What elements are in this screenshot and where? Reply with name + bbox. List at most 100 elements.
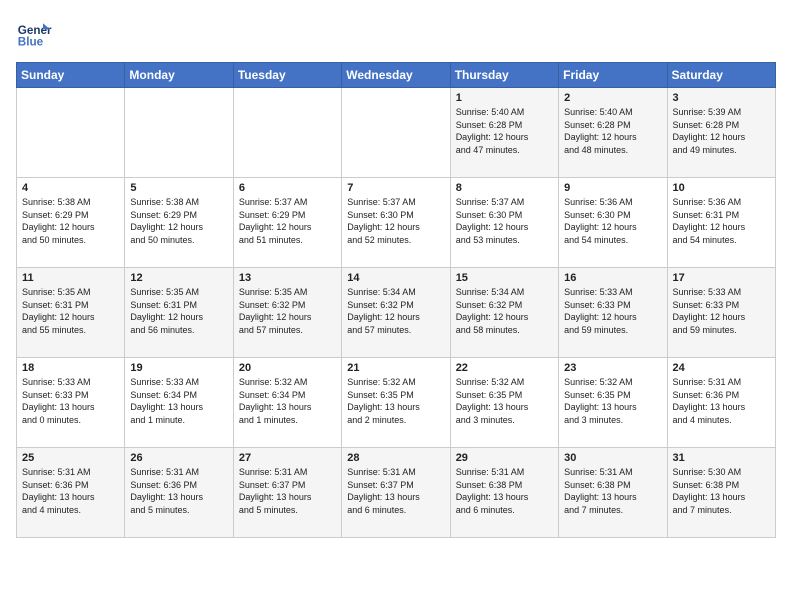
weekday-header-thursday: Thursday: [450, 63, 558, 88]
day-cell: [342, 88, 450, 178]
day-number: 25: [22, 452, 119, 464]
weekday-header-wednesday: Wednesday: [342, 63, 450, 88]
logo: General Blue: [16, 16, 52, 52]
day-number: 20: [239, 362, 336, 374]
day-cell: 6 Sunrise: 5:37 AM Sunset: 6:29 PM Daylig…: [233, 178, 341, 268]
day-cell: 10Sunrise: 5:36 AM Sunset: 6:31 PM Dayli…: [667, 178, 775, 268]
day-info: Sunrise: 5:33 AM Sunset: 6:33 PM Dayligh…: [673, 286, 770, 336]
day-info: Sunrise: 5:36 AM Sunset: 6:31 PM Dayligh…: [673, 196, 770, 246]
day-number: 30: [564, 452, 661, 464]
day-cell: 4 Sunrise: 5:38 AM Sunset: 6:29 PM Daylig…: [17, 178, 125, 268]
day-cell: 14 Sunrise: 5:34 AM Sunset: 6:32 PM Dayli…: [342, 268, 450, 358]
day-number: 9: [564, 182, 661, 194]
day-number: 8: [456, 182, 553, 194]
day-cell: 11 Sunrise: 5:35 AM Sunset: 6:31 PM Dayli…: [17, 268, 125, 358]
page-header: General Blue: [16, 16, 776, 52]
day-info: Sunrise: 5:35 AM Sunset: 6:32 PM Dayligh…: [239, 286, 336, 336]
day-number: 16: [564, 272, 661, 284]
day-number: 29: [456, 452, 553, 464]
day-info: Sunrise: 5:35 AM Sunset: 6:31 PM Dayligh…: [22, 286, 119, 336]
day-cell: 25Sunrise: 5:31 AM Sunset: 6:36 PM Dayli…: [17, 448, 125, 538]
day-number: 24: [673, 362, 770, 374]
day-cell: [17, 88, 125, 178]
day-number: 17: [673, 272, 770, 284]
day-number: 11: [22, 272, 119, 284]
day-number: 27: [239, 452, 336, 464]
day-cell: 30 Sunrise: 5:31 AM Sunset: 6:38 PM Dayli…: [559, 448, 667, 538]
day-cell: 12 Sunrise: 5:35 AM Sunset: 6:31 PM Dayli…: [125, 268, 233, 358]
day-cell: 29 Sunrise: 5:31 AM Sunset: 6:38 PM Dayli…: [450, 448, 558, 538]
day-info: Sunrise: 5:37 AM Sunset: 6:30 PM Dayligh…: [347, 196, 444, 246]
day-cell: [125, 88, 233, 178]
day-number: 6: [239, 182, 336, 194]
day-number: 13: [239, 272, 336, 284]
day-number: 15: [456, 272, 553, 284]
weekday-header-monday: Monday: [125, 63, 233, 88]
day-number: 7: [347, 182, 444, 194]
day-cell: 22Sunrise: 5:32 AM Sunset: 6:35 PM Dayli…: [450, 358, 558, 448]
day-info: Sunrise: 5:31 AM Sunset: 6:38 PM Dayligh…: [456, 466, 553, 516]
weekday-header-tuesday: Tuesday: [233, 63, 341, 88]
day-number: 31: [673, 452, 770, 464]
weekday-header-sunday: Sunday: [17, 63, 125, 88]
day-cell: 26 Sunrise: 5:31 AM Sunset: 6:36 PM Dayli…: [125, 448, 233, 538]
day-cell: 7 Sunrise: 5:37 AM Sunset: 6:30 PM Daylig…: [342, 178, 450, 268]
day-cell: 15 Sunrise: 5:34 AM Sunset: 6:32 PM Dayli…: [450, 268, 558, 358]
day-cell: 27Sunrise: 5:31 AM Sunset: 6:37 PM Dayli…: [233, 448, 341, 538]
day-info: Sunrise: 5:33 AM Sunset: 6:33 PM Dayligh…: [564, 286, 661, 336]
weekday-header-friday: Friday: [559, 63, 667, 88]
day-info: Sunrise: 5:31 AM Sunset: 6:37 PM Dayligh…: [347, 466, 444, 516]
weekday-header-row: SundayMondayTuesdayWednesdayThursdayFrid…: [17, 63, 776, 88]
day-number: 3: [673, 92, 770, 104]
day-info: Sunrise: 5:40 AM Sunset: 6:28 PM Dayligh…: [456, 106, 553, 156]
day-info: Sunrise: 5:40 AM Sunset: 6:28 PM Dayligh…: [564, 106, 661, 156]
week-row-4: 18 Sunrise: 5:33 AM Sunset: 6:33 PM Dayli…: [17, 358, 776, 448]
day-info: Sunrise: 5:32 AM Sunset: 6:34 PM Dayligh…: [239, 376, 336, 426]
day-info: Sunrise: 5:35 AM Sunset: 6:31 PM Dayligh…: [130, 286, 227, 336]
day-info: Sunrise: 5:36 AM Sunset: 6:30 PM Dayligh…: [564, 196, 661, 246]
day-info: Sunrise: 5:34 AM Sunset: 6:32 PM Dayligh…: [456, 286, 553, 336]
day-info: Sunrise: 5:31 AM Sunset: 6:36 PM Dayligh…: [673, 376, 770, 426]
day-number: 2: [564, 92, 661, 104]
day-cell: 1Sunrise: 5:40 AM Sunset: 6:28 PM Daylig…: [450, 88, 558, 178]
day-cell: 21 Sunrise: 5:32 AM Sunset: 6:35 PM Dayli…: [342, 358, 450, 448]
day-info: Sunrise: 5:33 AM Sunset: 6:33 PM Dayligh…: [22, 376, 119, 426]
day-info: Sunrise: 5:31 AM Sunset: 6:36 PM Dayligh…: [130, 466, 227, 516]
day-number: 14: [347, 272, 444, 284]
day-cell: 2 Sunrise: 5:40 AM Sunset: 6:28 PM Daylig…: [559, 88, 667, 178]
day-cell: 3 Sunrise: 5:39 AM Sunset: 6:28 PM Daylig…: [667, 88, 775, 178]
day-info: Sunrise: 5:37 AM Sunset: 6:30 PM Dayligh…: [456, 196, 553, 246]
day-cell: [233, 88, 341, 178]
calendar-table: SundayMondayTuesdayWednesdayThursdayFrid…: [16, 62, 776, 538]
day-number: 19: [130, 362, 227, 374]
day-number: 26: [130, 452, 227, 464]
day-number: 21: [347, 362, 444, 374]
week-row-1: 1Sunrise: 5:40 AM Sunset: 6:28 PM Daylig…: [17, 88, 776, 178]
week-row-2: 4 Sunrise: 5:38 AM Sunset: 6:29 PM Daylig…: [17, 178, 776, 268]
day-number: 4: [22, 182, 119, 194]
day-info: Sunrise: 5:34 AM Sunset: 6:32 PM Dayligh…: [347, 286, 444, 336]
day-cell: 17 Sunrise: 5:33 AM Sunset: 6:33 PM Dayli…: [667, 268, 775, 358]
day-number: 12: [130, 272, 227, 284]
day-info: Sunrise: 5:37 AM Sunset: 6:29 PM Dayligh…: [239, 196, 336, 246]
day-cell: 5Sunrise: 5:38 AM Sunset: 6:29 PM Daylig…: [125, 178, 233, 268]
day-info: Sunrise: 5:38 AM Sunset: 6:29 PM Dayligh…: [22, 196, 119, 246]
day-info: Sunrise: 5:33 AM Sunset: 6:34 PM Dayligh…: [130, 376, 227, 426]
day-cell: 19 Sunrise: 5:33 AM Sunset: 6:34 PM Dayli…: [125, 358, 233, 448]
day-info: Sunrise: 5:31 AM Sunset: 6:38 PM Dayligh…: [564, 466, 661, 516]
day-number: 18: [22, 362, 119, 374]
day-number: 23: [564, 362, 661, 374]
weekday-header-saturday: Saturday: [667, 63, 775, 88]
day-cell: 31 Sunrise: 5:30 AM Sunset: 6:38 PM Dayli…: [667, 448, 775, 538]
day-cell: 8 Sunrise: 5:37 AM Sunset: 6:30 PM Daylig…: [450, 178, 558, 268]
day-info: Sunrise: 5:39 AM Sunset: 6:28 PM Dayligh…: [673, 106, 770, 156]
day-number: 22: [456, 362, 553, 374]
day-cell: 28Sunrise: 5:31 AM Sunset: 6:37 PM Dayli…: [342, 448, 450, 538]
day-cell: 16 Sunrise: 5:33 AM Sunset: 6:33 PM Dayli…: [559, 268, 667, 358]
day-number: 5: [130, 182, 227, 194]
day-info: Sunrise: 5:32 AM Sunset: 6:35 PM Dayligh…: [564, 376, 661, 426]
day-info: Sunrise: 5:32 AM Sunset: 6:35 PM Dayligh…: [347, 376, 444, 426]
day-cell: 9 Sunrise: 5:36 AM Sunset: 6:30 PM Daylig…: [559, 178, 667, 268]
day-info: Sunrise: 5:30 AM Sunset: 6:38 PM Dayligh…: [673, 466, 770, 516]
day-cell: 20 Sunrise: 5:32 AM Sunset: 6:34 PM Dayli…: [233, 358, 341, 448]
